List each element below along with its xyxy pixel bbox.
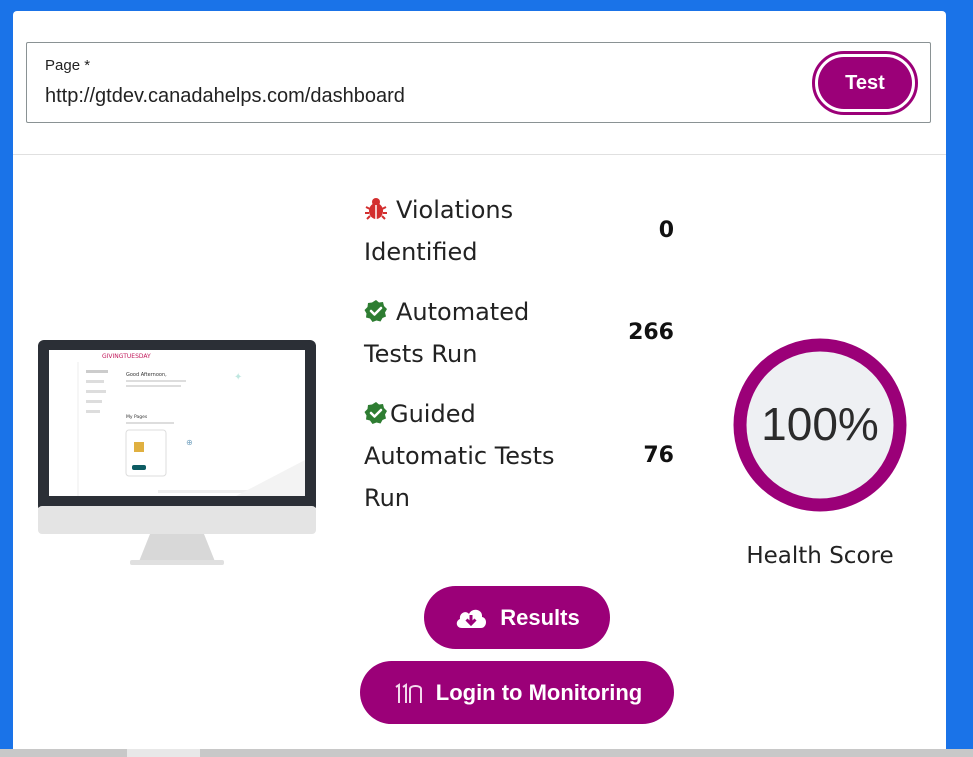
divider	[13, 154, 946, 155]
stat-label: Guided	[390, 400, 476, 428]
stat-label: Automatic Tests	[364, 442, 555, 470]
health-score-value: 100%	[761, 398, 879, 450]
results-button-label: Results	[500, 604, 580, 630]
stat-label: Violations	[396, 196, 514, 224]
page-url-input[interactable]: http://gtdev.canadahelps.com/dashboard	[45, 85, 405, 108]
svg-text:GIVINGTUESDAY: GIVINGTUESDAY	[102, 353, 151, 360]
scrollbar-thumb[interactable]	[127, 749, 200, 757]
health-score-gauge: 100%	[733, 338, 907, 512]
stats-list: Violations Identified 0 Automated Tests …	[364, 189, 674, 519]
stat-label: Tests Run	[364, 340, 478, 368]
page-url-field[interactable]: Page * http://gtdev.canadahelps.com/dash…	[26, 42, 931, 123]
login-button-label: Login to Monitoring	[435, 679, 643, 705]
violations-count: 0	[658, 218, 674, 243]
health-score-label: Health Score	[746, 543, 894, 569]
stat-label: Automated	[396, 298, 530, 326]
svg-text:My Pages: My Pages	[126, 414, 148, 420]
svg-text:Good Afternoon,: Good Afternoon,	[126, 372, 167, 378]
test-button[interactable]: Test	[812, 51, 918, 115]
svg-text:⊕: ⊕	[186, 438, 193, 447]
check-badge-icon	[364, 300, 387, 322]
login-monitoring-button[interactable]: Login to Monitoring	[360, 661, 674, 724]
cloud-download-icon	[454, 606, 488, 630]
test-button-label: Test	[818, 57, 912, 109]
stat-guided-tests: Guided Automatic Tests Run 76	[364, 393, 674, 519]
guided-tests-count: 76	[643, 443, 674, 468]
stat-automated-tests: Automated Tests Run 266	[364, 291, 674, 375]
stat-label: Run	[364, 484, 411, 512]
main-panel: Page * http://gtdev.canadahelps.com/dash…	[13, 11, 946, 757]
stat-label: Identified	[364, 238, 478, 266]
check-badge-icon	[364, 402, 387, 424]
bug-icon	[365, 198, 387, 220]
horizontal-scrollbar[interactable]	[0, 749, 973, 757]
stat-violations: Violations Identified 0	[364, 189, 674, 273]
monitor-illustration: GIVINGTUESDAY Good Afternoon, My Pages ⊕…	[38, 340, 316, 565]
results-button[interactable]: Results	[424, 586, 610, 649]
monitoring-logo-icon	[392, 681, 424, 705]
automated-tests-count: 266	[628, 320, 674, 345]
page-field-label: Page *	[45, 57, 91, 74]
svg-text:✦: ✦	[234, 372, 242, 383]
